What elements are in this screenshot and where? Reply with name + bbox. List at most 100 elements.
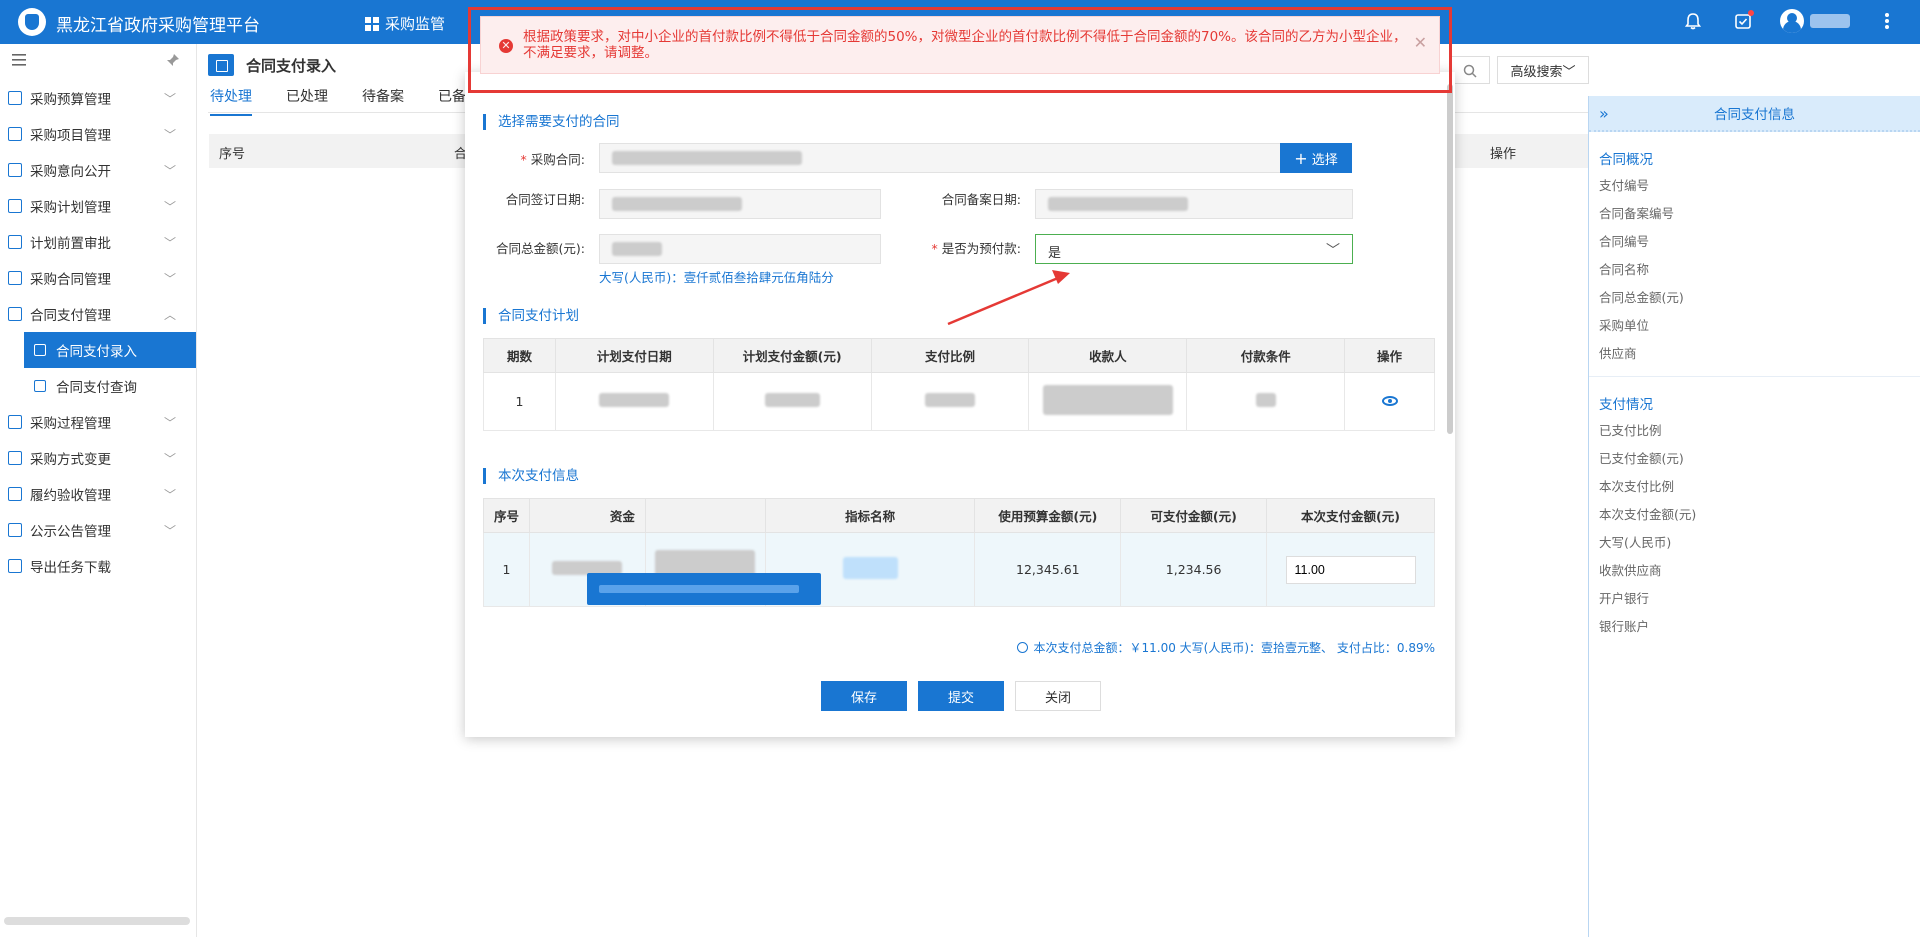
record-date-label: 合同备案日期:: [941, 192, 1021, 207]
budget-icon: [8, 91, 22, 105]
avatar: [1780, 9, 1804, 33]
sidebar-item-pre-approval[interactable]: 计划前置审批 ﹀: [0, 224, 196, 260]
topnav-label: 采购监管: [385, 15, 446, 33]
prepay-label: * 是否为预付款:: [931, 241, 1021, 256]
bell-icon[interactable]: [1680, 8, 1706, 34]
pin-icon[interactable]: [166, 53, 180, 71]
sidebar-item-project[interactable]: 采购项目管理 ﹀: [0, 116, 196, 152]
sidebar: 采购预算管理 ﹀ 采购项目管理 ﹀ 采购意向公开 ﹀ 采购计划管理 ﹀ 计划前置审批 ﹀ …: [0, 44, 197, 937]
sidebar-item-plan[interactable]: 采购计划管理 ﹀: [0, 188, 196, 224]
field-label: 本次支付金额(元): [1599, 507, 1697, 522]
chevron-down-icon: ﹀: [163, 488, 176, 502]
user-menu[interactable]: [1780, 9, 1850, 33]
app-title: 黑龙江省政府采购管理平台: [56, 16, 260, 36]
announcement-icon: [8, 523, 22, 537]
payment-icon: [8, 307, 22, 321]
col-plan-amount: 计划支付金额(元): [712, 338, 872, 373]
sidebar-item-budget[interactable]: 采购预算管理 ﹀: [0, 80, 196, 116]
field-label: 银行账户: [1599, 619, 1650, 634]
sidebar-sub-payment-query[interactable]: 合同支付查询: [0, 368, 196, 404]
cell-payable: 1,234.56: [1120, 532, 1268, 607]
user-name-blurred: [1810, 14, 1850, 28]
payment-plan-table: 期数 计划支付日期 计划支付金额(元) 支付比例 收款人 付款条件 操作 1: [483, 338, 1435, 431]
cell-budget: 12,345.61: [974, 532, 1122, 607]
cell-blurred: [712, 372, 872, 431]
chevron-down-icon: ﹀: [163, 236, 176, 250]
sign-date-label: 合同签订日期:: [505, 192, 585, 207]
sidebar-header: [0, 44, 196, 80]
sidebar-item-process[interactable]: 采购过程管理 ﹀: [0, 404, 196, 440]
col-ratio: 支付比例: [870, 338, 1030, 373]
sidebar-item-acceptance[interactable]: 履约验收管理 ﹀: [0, 476, 196, 512]
this-payment-amount-input[interactable]: [1285, 555, 1416, 584]
page-header: 合同支付录入: [208, 54, 336, 76]
col-ops: 操作: [1490, 147, 1517, 162]
panel-header: » 合同支付信息: [1589, 96, 1920, 132]
chevron-up-icon: ︿: [163, 308, 176, 322]
menu-icon[interactable]: [12, 54, 26, 70]
cell-period: 1: [483, 372, 556, 431]
logo: [18, 8, 46, 36]
topnav-item-purchase-supervision[interactable]: 采购监管: [365, 13, 445, 34]
select-contract-button[interactable]: + 选择: [1280, 143, 1352, 173]
double-chevron-right-icon[interactable]: »: [1599, 104, 1609, 123]
cell-ops: [1344, 372, 1435, 431]
dialog-scrollbar[interactable]: [1447, 84, 1453, 434]
sidebar-item-intention[interactable]: 采购意向公开 ﹀: [0, 152, 196, 188]
sidebar-item-method-change[interactable]: 采购方式变更 ﹀: [0, 440, 196, 476]
section-payment-status: 支付情况: [1599, 397, 1653, 413]
field-label: 支付编号: [1599, 178, 1650, 193]
sidebar-item-announcement[interactable]: 公示公告管理 ﹀: [0, 512, 196, 548]
col-no: 序号: [219, 147, 246, 162]
sidebar-item-contract[interactable]: 采购合同管理 ﹀: [0, 260, 196, 296]
close-icon[interactable]: ✕: [1414, 35, 1427, 51]
contract-input[interactable]: [599, 143, 1281, 173]
info-icon: [1016, 642, 1028, 653]
field-label: 合同名称: [1599, 262, 1650, 277]
search-icon: [1463, 64, 1477, 78]
table-row: 1: [483, 372, 1435, 431]
blurred-value: [612, 151, 802, 165]
eye-icon[interactable]: [1381, 396, 1398, 406]
close-button[interactable]: 关闭: [1015, 681, 1101, 711]
sidebar-item-contract-payment[interactable]: 合同支付管理 ︿: [0, 296, 196, 332]
field-label: 合同备案编号: [1599, 206, 1675, 221]
cell-this-pay: [1266, 532, 1435, 607]
col-payable: 可支付金额(元): [1120, 498, 1268, 533]
section-payment-plan: 合同支付计划: [483, 308, 579, 324]
error-message: ✕ 根据政策要求，对中小企业的首付款比例不得低于合同金额的50%，对微型企业的首…: [480, 16, 1440, 74]
search-button[interactable]: [1450, 56, 1490, 84]
contract-payment-info-panel: » 合同支付信息 合同概况 支付编号 合同备案编号 合同编号 合同名称 合同总金…: [1588, 96, 1920, 937]
chevron-down-icon: ﹀: [163, 524, 176, 538]
blurred-value: [612, 242, 662, 256]
sign-date-input[interactable]: [599, 189, 881, 219]
more-vertical-icon[interactable]: [1874, 8, 1900, 34]
advanced-search-button[interactable]: 高级搜索 ﹀: [1497, 56, 1589, 84]
amount-input[interactable]: [599, 234, 881, 264]
sidebar-scrollbar[interactable]: [4, 917, 190, 925]
col-this-pay: 本次支付金额(元): [1266, 498, 1435, 533]
save-button[interactable]: 保存: [821, 681, 907, 711]
download-icon: [8, 559, 22, 573]
acceptance-icon: [8, 487, 22, 501]
chevron-down-icon: ﹀: [163, 452, 176, 466]
field-label: 收款供应商: [1599, 563, 1662, 578]
chevron-down-icon: ﹀: [163, 92, 176, 106]
chevron-down-icon: ﹀: [163, 164, 176, 178]
sidebar-sub-payment-entry[interactable]: 合同支付录入: [24, 332, 196, 368]
field-label: 开户银行: [1599, 591, 1650, 606]
blurred-value: [612, 197, 742, 211]
field-label: 采购单位: [1599, 318, 1650, 333]
col-payee: 收款人: [1028, 338, 1188, 373]
cell-blurred: [1186, 372, 1346, 431]
field-label: 合同编号: [1599, 234, 1650, 249]
top-icons: [1680, 8, 1900, 34]
record-date-input[interactable]: [1035, 189, 1353, 219]
prepay-select[interactable]: 是 ﹀: [1035, 234, 1353, 264]
col-no: 序号: [483, 498, 530, 533]
task-check-icon[interactable]: [1730, 8, 1756, 34]
field-label: 本次支付比例: [1599, 479, 1675, 494]
sidebar-item-export[interactable]: 导出任务下载: [0, 548, 196, 584]
col-fund: 资金: [528, 498, 646, 533]
submit-button[interactable]: 提交: [918, 681, 1004, 711]
